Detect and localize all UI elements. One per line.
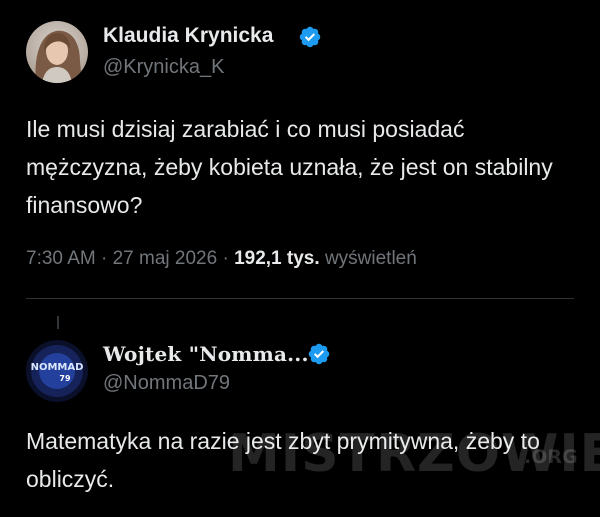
thread-connector-line (57, 316, 59, 329)
author-handle[interactable]: @Krynicka_K (103, 56, 224, 79)
reply-text: Matematyka na razie jest zbyt prymitywna… (26, 428, 540, 492)
author-avatar[interactable] (26, 21, 88, 83)
author-name[interactable]: Klaudia Krynicka (103, 24, 273, 48)
views-label: wyświetleń (324, 248, 417, 269)
views-count[interactable]: 192,1 tys. (234, 248, 320, 269)
reply-author-handle[interactable]: @NommaD79 (103, 372, 230, 395)
reply-author-avatar[interactable]: NOMMAD 79 (26, 340, 88, 402)
tweet-date[interactable]: 27 maj 2026 (113, 248, 218, 269)
tweet-text: Ile musi dzisiaj zarabiać i co musi posi… (26, 116, 553, 218)
tweet-meta: 7:30 AM · 27 maj 2026 · 192,1 tys. wyświ… (26, 248, 417, 270)
avatar-logo-text: NOMMAD (31, 362, 84, 373)
verified-badge-icon (308, 343, 330, 365)
author-avatar-image (26, 21, 88, 83)
reply-author-avatar-image: NOMMAD 79 (26, 340, 88, 402)
avatar-logo-number: 79 (59, 374, 71, 383)
meta-separator: · (101, 248, 108, 269)
tweet-time[interactable]: 7:30 AM (26, 248, 96, 269)
verified-badge-icon (299, 26, 321, 48)
divider (26, 298, 574, 299)
reply-author-name[interactable]: Wojtek "Nomma... (103, 342, 309, 366)
meta-separator: · (222, 248, 229, 269)
